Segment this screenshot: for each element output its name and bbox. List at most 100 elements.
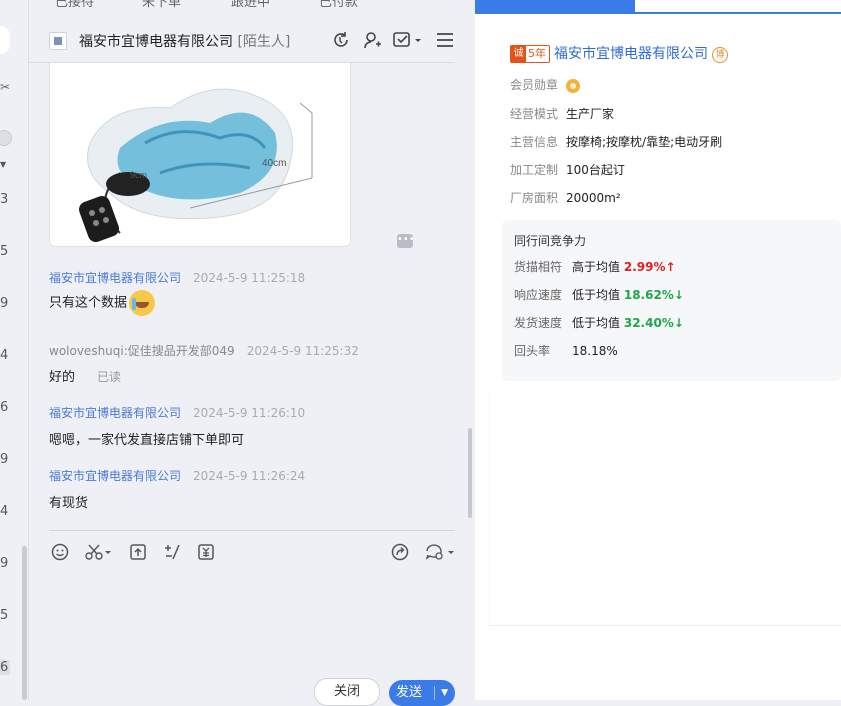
medal-icon [566, 78, 580, 93]
profile-lower-area [489, 390, 841, 626]
message-text: 嗯嗯，一家代发直接店铺下单即可 [49, 429, 244, 448]
product-image-card[interactable]: 40cm 9cm [49, 63, 351, 247]
competition-row: 响应速度 低于均值 18.62%↓ [514, 286, 684, 303]
refresh-icon[interactable] [331, 30, 351, 50]
chat-title: 福安市宜博电器有限公司 [陌生人] [79, 31, 290, 51]
chat-scrollbar[interactable] [468, 428, 472, 518]
company-profile-panel: 5年 福安市宜博电器有限公司博 会员勋章 经营模式生产厂家 主营信息按摩椅;按摩… [475, 0, 841, 700]
company-name[interactable]: 福安市宜博电器有限公司 [554, 46, 708, 62]
message-body: 嗯嗯，一家代发直接店铺下单即可 [49, 433, 245, 448]
dimension-label: 9cm [130, 170, 147, 180]
message-meta: 福安市宜博电器有限公司 2024-5-9 11:25:18 [49, 269, 305, 286]
contact-name[interactable]: 福安市宜博电器有限公司 [79, 34, 233, 50]
share-icon[interactable] [391, 543, 409, 561]
company-name-link[interactable]: 福安市宜博电器有限公司博 [554, 43, 728, 63]
message-meta: woloveshuqi:促佳搜品开发部049 2024-5-9 11:25:32 [49, 342, 359, 359]
send-button[interactable]: 发送 ▼ [389, 680, 455, 706]
toggle-dot[interactable] [0, 130, 12, 146]
sender-name[interactable]: 福安市宜博电器有限公司 [49, 469, 181, 483]
info-value: 生产厂家 [566, 107, 615, 121]
tab-company-info[interactable] [475, 0, 635, 14]
unread-count: 6 [0, 660, 10, 675]
tab-received[interactable]: 已接待 [55, 0, 94, 10]
message-time: 2024-5-9 11:25:18 [193, 271, 306, 285]
contact-tag: [陌生人] [237, 34, 291, 50]
crying-face-icon [129, 290, 156, 316]
emoji-icon[interactable] [51, 543, 69, 561]
message-text: 只有这个数据 [49, 290, 156, 316]
info-row-main-products: 主营信息 按摩椅;按摩枕/靠垫;电动牙刷 [510, 133, 722, 150]
calculator-icon[interactable] [163, 543, 181, 561]
close-button[interactable]: 关闭 [314, 678, 380, 706]
caret-down-icon[interactable]: ▼ [0, 160, 6, 169]
metric-prefix: 低于均值 [572, 316, 621, 330]
arrow-down-icon: ↓ [673, 288, 684, 302]
metric-label: 货描相符 [514, 260, 563, 274]
message-meta: 福安市宜博电器有限公司 2024-5-9 11:26:24 [49, 467, 305, 484]
message-time: 2024-5-9 11:26:24 [193, 469, 306, 483]
sender-name[interactable]: 福安市宜博电器有限公司 [49, 406, 181, 420]
list-scrollbar[interactable] [22, 546, 27, 700]
add-contact-icon[interactable] [362, 30, 382, 50]
chat-header: 福安市宜博电器有限公司 [陌生人] [29, 22, 455, 63]
message-body: 好的 [49, 370, 76, 385]
unread-count: 4 [0, 504, 9, 519]
info-value: 100台起订 [566, 163, 625, 177]
info-row-medal: 会员勋章 [510, 76, 580, 93]
sender-name: woloveshuqi:促佳搜品开发部049 [49, 344, 235, 358]
input-toolbar [49, 530, 455, 571]
scissors-icon[interactable] [85, 543, 113, 561]
tab-following[interactable]: 跟进中 [231, 0, 270, 10]
send-options-caret-icon[interactable]: ▼ [441, 680, 448, 706]
sender-name[interactable]: 福安市宜博电器有限公司 [49, 271, 181, 285]
unread-count: 9 [0, 452, 9, 467]
send-label: 发送 [396, 685, 423, 700]
unread-count: 3 [0, 192, 9, 207]
dimension-label: 40cm [262, 158, 286, 169]
unread-count: 9 [0, 556, 9, 571]
metric-value: 32.40% [623, 316, 674, 330]
competition-row: 货描相符 高于均值 2.99%↑ [514, 258, 676, 275]
message-body: 有现货 [49, 496, 89, 511]
info-label: 加工定制 [510, 163, 559, 177]
tab-paid[interactable]: 已付款 [319, 0, 358, 10]
profile-footer-area [475, 626, 841, 700]
verified-badge-icon: 博 [712, 47, 728, 63]
link-icon[interactable]: ✂ [0, 80, 10, 94]
chat-panel: 已接待 未下单 跟进中 已付款 福安市宜博电器有限公司 [陌生人] 40cm 9… [29, 0, 474, 706]
more-options-icon[interactable]: ••• [397, 234, 415, 248]
message-time: 2024-5-9 11:26:10 [193, 406, 306, 420]
tab-underline [635, 12, 841, 14]
info-value: 按摩椅;按摩枕/靠垫;电动牙刷 [566, 135, 723, 149]
message-body: 只有这个数据 [49, 295, 128, 311]
read-status: 已读 [97, 370, 122, 384]
message-meta: 福安市宜博电器有限公司 2024-5-9 11:26:10 [49, 404, 305, 421]
metric-label: 发货速度 [514, 316, 563, 330]
tab-no-order[interactable]: 未下单 [142, 0, 181, 10]
metric-label: 响应速度 [514, 288, 563, 302]
unread-count: 5 [0, 608, 9, 623]
massage-pillow-image[interactable]: 40cm 9cm [50, 63, 350, 246]
competition-box: 同行间竞争力 货描相符 高于均值 2.99%↑ 响应速度 低于均值 18.62%↓ … [502, 220, 841, 381]
upload-file-icon[interactable] [129, 543, 147, 561]
metric-value: 18.18% [572, 344, 618, 358]
task-check-icon[interactable] [393, 30, 423, 50]
unread-count: 9 [0, 296, 9, 311]
metric-prefix: 高于均值 [572, 260, 621, 274]
info-row-customization: 加工定制 100台起订 [510, 161, 625, 178]
message-text: 有现货 [49, 492, 88, 511]
menu-icon[interactable] [435, 30, 455, 50]
membership-years-badge: 5年 [510, 45, 550, 63]
arrow-down-icon: ↓ [673, 316, 684, 330]
unread-count: 6 [0, 400, 9, 415]
metric-label: 回头率 [514, 344, 551, 358]
chat-history-icon[interactable] [425, 543, 455, 561]
info-label: 经营模式 [510, 107, 559, 121]
search-bubble[interactable] [0, 26, 10, 54]
conversation-list-strip[interactable]: ✂ ▼ 3 5 9 4 6 9 4 9 5 6 [0, 0, 29, 700]
unread-count: 5 [0, 244, 9, 259]
message-time: 2024-5-9 11:25:32 [246, 344, 359, 358]
price-tag-icon[interactable] [197, 543, 215, 561]
message-text: 好的 已读 [49, 366, 121, 385]
metric-value: 2.99% [623, 260, 666, 274]
